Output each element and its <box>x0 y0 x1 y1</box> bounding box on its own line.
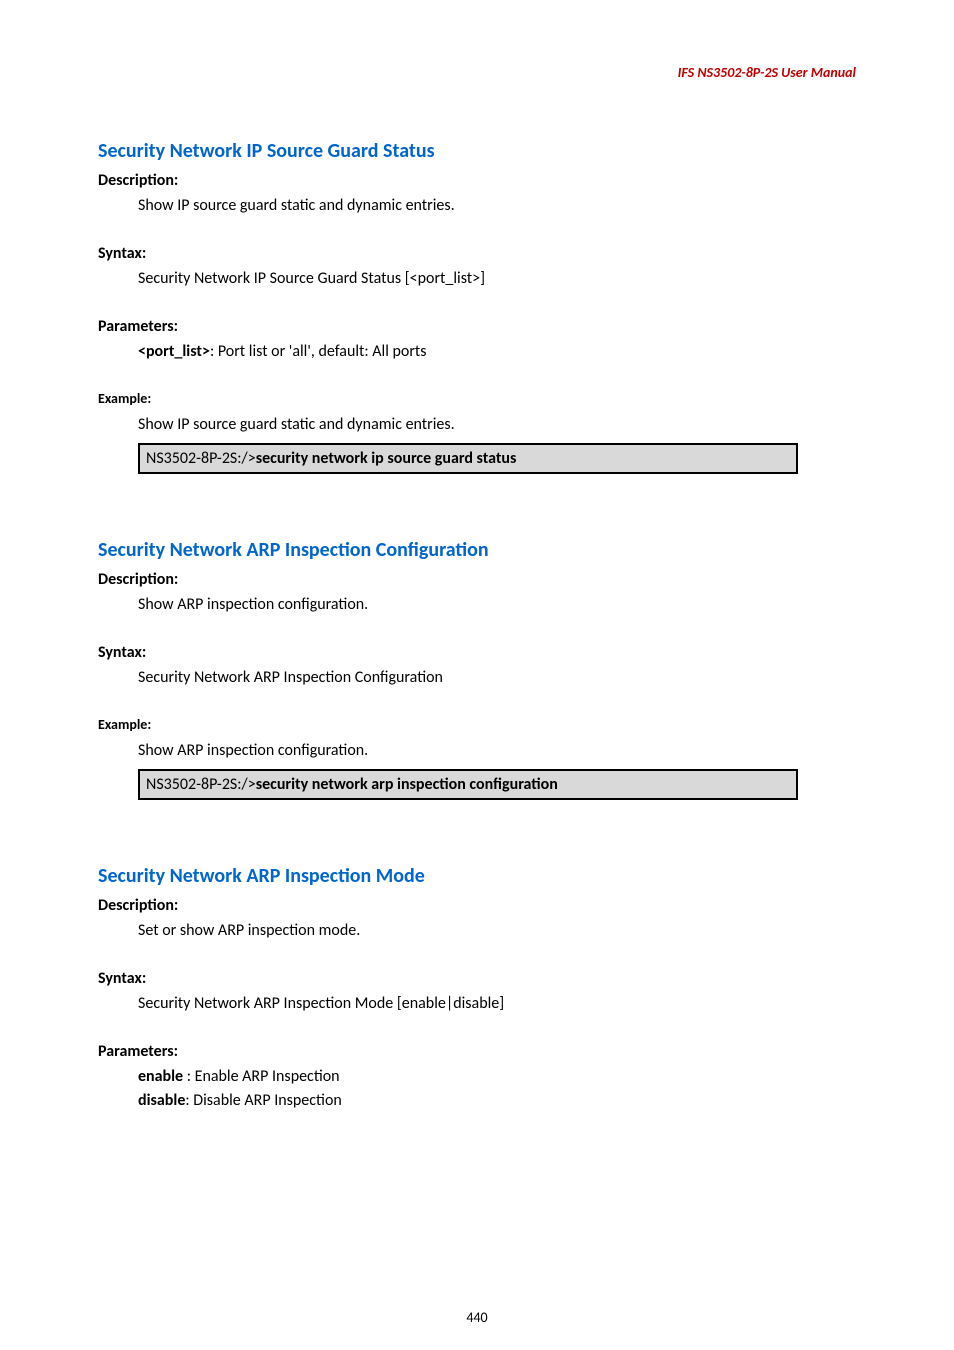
parameter-desc: : Disable ARP Inspection <box>185 1091 341 1110</box>
section-arp-inspection-mode: Security Network ARP Inspection Mode Des… <box>98 864 856 1113</box>
description-text: Show IP source guard static and dynamic … <box>138 194 856 218</box>
description-label: Description: <box>98 896 856 915</box>
description-label: Description: <box>98 171 856 190</box>
code-prompt: NS3502-8P-2S:/> <box>146 775 256 794</box>
syntax-text: Security Network IP Source Guard Status … <box>138 267 856 291</box>
parameter-line: disable: Disable ARP Inspection <box>138 1089 856 1113</box>
syntax-text: Security Network ARP Inspection Mode [en… <box>138 992 856 1016</box>
parameter-name: <port_list> <box>138 342 210 361</box>
parameters-label: Parameters: <box>98 1042 856 1061</box>
example-label: Example: <box>98 716 856 733</box>
parameter-line: enable : Enable ARP Inspection <box>138 1065 856 1089</box>
section-title: Security Network ARP Inspection Configur… <box>98 538 856 562</box>
parameter-desc: : Port list or 'all', default: All ports <box>210 342 427 361</box>
page-number: 440 <box>0 1309 954 1326</box>
parameter-desc: : Enable ARP Inspection <box>183 1067 339 1086</box>
example-text: Show IP source guard static and dynamic … <box>138 413 856 437</box>
parameter-line: <port_list>: Port list or 'all', default… <box>138 340 856 364</box>
syntax-text: Security Network ARP Inspection Configur… <box>138 666 856 690</box>
example-code: NS3502-8P-2S:/>security network arp insp… <box>138 769 798 800</box>
section-ip-source-guard-status: Security Network IP Source Guard Status … <box>98 139 856 474</box>
parameter-name: enable <box>138 1067 183 1086</box>
description-label: Description: <box>98 570 856 589</box>
example-code: NS3502-8P-2S:/>security network ip sourc… <box>138 443 798 474</box>
example-text: Show ARP inspection configuration. <box>138 739 856 763</box>
syntax-label: Syntax: <box>98 969 856 988</box>
parameters-label: Parameters: <box>98 317 856 336</box>
section-arp-inspection-configuration: Security Network ARP Inspection Configur… <box>98 538 856 800</box>
syntax-label: Syntax: <box>98 244 856 263</box>
code-command: security network arp inspection configur… <box>256 775 558 794</box>
description-text: Show ARP inspection configuration. <box>138 593 856 617</box>
code-command: security network ip source guard status <box>256 449 517 468</box>
example-label: Example: <box>98 390 856 407</box>
section-title: Security Network IP Source Guard Status <box>98 139 856 163</box>
section-title: Security Network ARP Inspection Mode <box>98 864 856 888</box>
parameter-name: disable <box>138 1091 185 1110</box>
running-header: IFS NS3502-8P-2S User Manual <box>98 64 856 81</box>
code-prompt: NS3502-8P-2S:/> <box>146 449 256 468</box>
description-text: Set or show ARP inspection mode. <box>138 919 856 943</box>
syntax-label: Syntax: <box>98 643 856 662</box>
